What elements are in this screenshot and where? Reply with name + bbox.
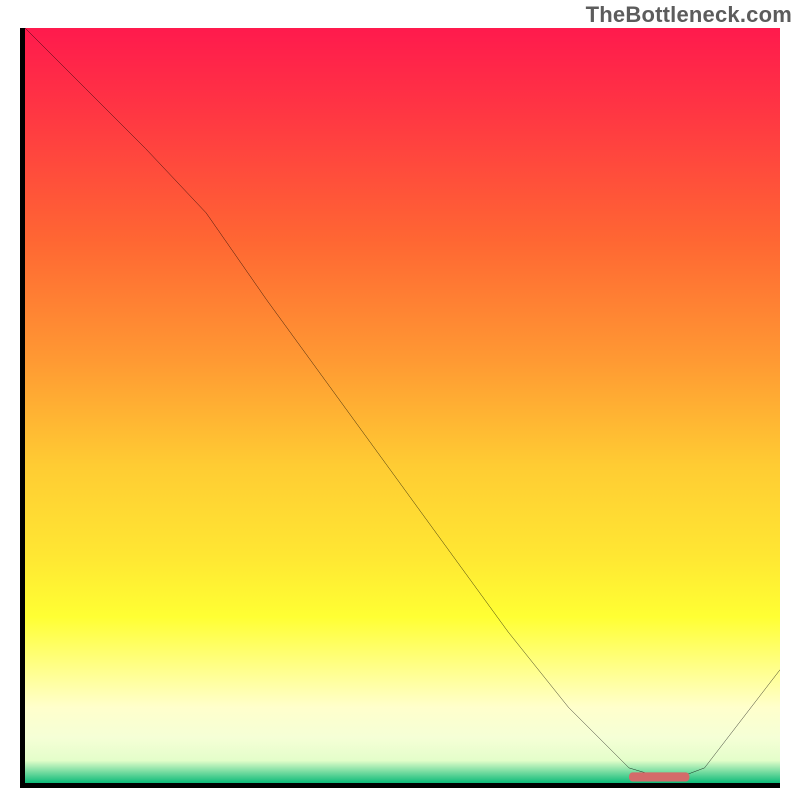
- optimal-range-marker: [629, 772, 689, 781]
- chart-container: TheBottleneck.com: [0, 0, 800, 800]
- chart-line: [25, 28, 780, 779]
- watermark-label: TheBottleneck.com: [586, 2, 792, 28]
- chart-overlay: [25, 28, 780, 783]
- plot-area: [20, 28, 780, 788]
